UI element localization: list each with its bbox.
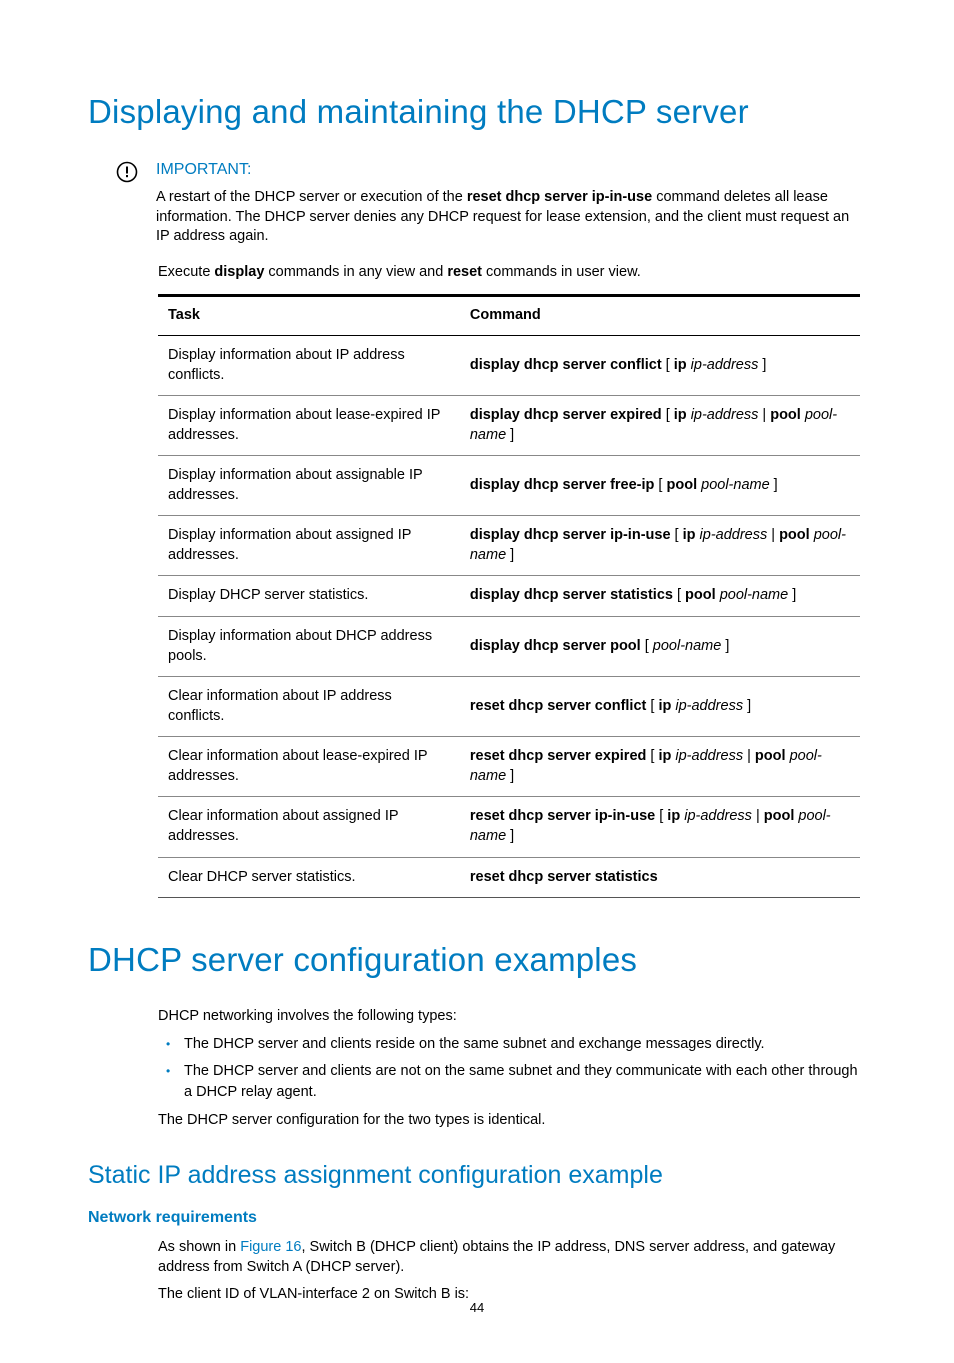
table-row: Display information about assignable IP … (158, 456, 860, 516)
th-task: Task (158, 296, 460, 336)
command-cell: reset dhcp server statistics (460, 857, 860, 898)
netreq-para1: As shown in Figure 16, Switch B (DHCP cl… (158, 1238, 860, 1277)
section2-closing: The DHCP server configuration for the tw… (158, 1111, 860, 1131)
page-number: 44 (0, 1299, 954, 1317)
important-title: IMPORTANT: (156, 159, 860, 181)
heading-examples: DHCP server configuration examples (88, 938, 860, 983)
table-row: Display information about DHCP address p… (158, 617, 860, 677)
table-row: Clear DHCP server statistics.reset dhcp … (158, 857, 860, 898)
command-cell: display dhcp server statistics [ pool po… (460, 576, 860, 617)
section2-intro: DHCP networking involves the following t… (158, 1007, 860, 1027)
figure-link[interactable]: Figure 16 (240, 1239, 301, 1255)
command-cell: display dhcp server conflict [ ip ip-add… (460, 335, 860, 395)
table-row: Clear information about IP address confl… (158, 677, 860, 737)
task-cell: Display information about lease-expired … (158, 396, 460, 456)
table-row: Clear information about lease-expired IP… (158, 737, 860, 797)
command-cell: display dhcp server ip-in-use [ ip ip-ad… (460, 516, 860, 576)
section2-list: The DHCP server and clients reside on th… (158, 1034, 860, 1103)
task-cell: Clear information about assigned IP addr… (158, 797, 460, 857)
command-cell: display dhcp server free-ip [ pool pool-… (460, 456, 860, 516)
command-cell: reset dhcp server ip-in-use [ ip ip-addr… (460, 797, 860, 857)
task-cell: Display information about IP address con… (158, 335, 460, 395)
task-cell: Clear information about IP address confl… (158, 677, 460, 737)
task-cell: Display DHCP server statistics. (158, 576, 460, 617)
list-item: The DHCP server and clients are not on t… (184, 1061, 860, 1103)
task-cell: Display information about assigned IP ad… (158, 516, 460, 576)
important-body: IMPORTANT: A restart of the DHCP server … (156, 159, 860, 255)
heading-static-ip: Static IP address assignment configurati… (88, 1159, 860, 1193)
command-cell: reset dhcp server conflict [ ip ip-addre… (460, 677, 860, 737)
heading-displaying: Displaying and maintaining the DHCP serv… (88, 90, 860, 135)
command-table: Task Command Display information about I… (158, 294, 860, 898)
task-cell: Clear DHCP server statistics. (158, 857, 460, 898)
table-row: Display information about assigned IP ad… (158, 516, 860, 576)
task-cell: Display information about assignable IP … (158, 456, 460, 516)
command-cell: display dhcp server pool [ pool-name ] (460, 617, 860, 677)
task-cell: Clear information about lease-expired IP… (158, 737, 460, 797)
list-item: The DHCP server and clients reside on th… (184, 1034, 860, 1055)
command-cell: display dhcp server expired [ ip ip-addr… (460, 396, 860, 456)
command-cell: reset dhcp server expired [ ip ip-addres… (460, 737, 860, 797)
table-row: Display DHCP server statistics.display d… (158, 576, 860, 617)
table-row: Display information about IP address con… (158, 335, 860, 395)
task-cell: Display information about DHCP address p… (158, 617, 460, 677)
important-text: A restart of the DHCP server or executio… (156, 188, 860, 247)
heading-netreq: Network requirements (88, 1207, 860, 1229)
th-command: Command (460, 296, 860, 336)
table-row: Clear information about assigned IP addr… (158, 797, 860, 857)
important-icon (116, 161, 138, 190)
table-row: Display information about lease-expired … (158, 396, 860, 456)
intro-paragraph: Execute display commands in any view and… (158, 263, 860, 283)
